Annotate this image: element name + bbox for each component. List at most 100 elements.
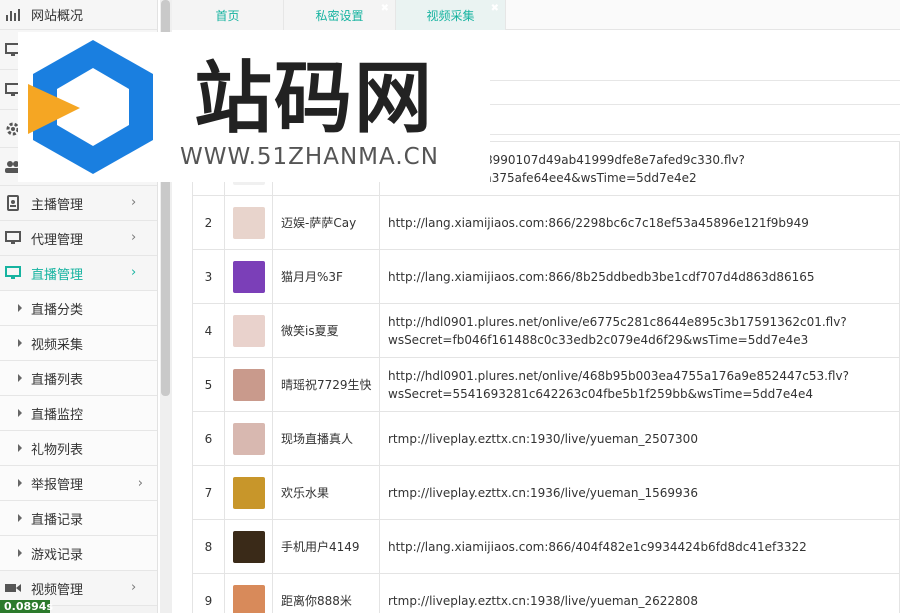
- table-row[interactable]: 4 微笑is夏夏 http://hdl0901.plures.net/onlive/…: [192, 303, 900, 358]
- tab-label: 视频采集: [426, 8, 475, 23]
- stream-url-line: http://hdl0901.plures.net/onlive/e6775c2…: [388, 314, 847, 329]
- row-number: 7: [192, 465, 225, 520]
- avatar-cell: [224, 465, 273, 520]
- stream-url: http://lang.xiamijiaos.com:866/404f482e1…: [379, 519, 900, 574]
- bar-chart-icon: [4, 7, 22, 23]
- chevron-right-icon: ›: [137, 476, 143, 491]
- close-icon[interactable]: ✖: [381, 3, 389, 14]
- video-collect-table: lures.net/onlive/8990107d49ab41999dfe8e7…: [192, 141, 900, 613]
- row-number: 8: [192, 519, 225, 574]
- caret-right-icon: [18, 409, 22, 417]
- video-camera-icon: [4, 580, 22, 596]
- sidebar-subitem-live-record[interactable]: 直播记录: [0, 501, 157, 536]
- stream-url: rtmp://liveplay.ezttx.cn:1938/live/yuema…: [379, 573, 900, 613]
- tab-bar: 首页 私密设置 ✖ 视频采集 ✖: [172, 0, 900, 30]
- anchor-name: 距离你888米: [272, 573, 380, 613]
- stream-url-line: rtmp://liveplay.ezttx.cn:1938/live/yuema…: [388, 593, 698, 608]
- logo-icon: [28, 40, 153, 174]
- tab-label: 首页: [215, 8, 240, 23]
- caret-right-icon: [18, 479, 22, 487]
- chevron-right-icon: ›: [131, 230, 137, 245]
- stream-url-line: rtmp://liveplay.ezttx.cn:1936/live/yuema…: [388, 485, 698, 500]
- sidebar-subitem-label: 直播记录: [31, 512, 84, 528]
- anchor-name: 晴瑶祝7729生快: [272, 357, 380, 412]
- avatar: [232, 368, 265, 401]
- stream-url: http://hdl0901.plures.net/onlive/e6775c2…: [379, 303, 900, 358]
- chevron-right-icon: ›: [131, 265, 137, 280]
- sidebar-item-anchor-management[interactable]: 主播管理 ›: [0, 186, 157, 221]
- row-number: 4: [192, 303, 225, 358]
- caret-right-icon: [18, 304, 22, 312]
- row-number: 9: [192, 573, 225, 613]
- sidebar-item-label: 直播管理: [31, 267, 84, 283]
- tab-home[interactable]: 首页: [172, 0, 284, 30]
- caret-right-icon: [18, 444, 22, 452]
- sidebar-item-live-management[interactable]: 直播管理 ›: [0, 256, 157, 291]
- sidebar-item-label: 代理管理: [31, 232, 84, 248]
- table-row[interactable]: 9 距离你888米 rtmp://liveplay.ezttx.cn:1938/li…: [192, 573, 900, 613]
- stream-url: http://lang.xiamijiaos.com:866/2298bc6c7…: [379, 195, 900, 250]
- anchor-name: 迈娱-萨萨Cay: [272, 195, 380, 250]
- sidebar-item-label: 视频管理: [31, 582, 84, 598]
- sidebar-subitem-label: 直播分类: [31, 302, 84, 318]
- caret-right-icon: [18, 549, 22, 557]
- table-row[interactable]: 2 迈娱-萨萨Cay http://lang.xiamijiaos.com:866/…: [192, 195, 900, 250]
- close-icon[interactable]: ✖: [491, 3, 499, 14]
- avatar-cell: [224, 519, 273, 574]
- table-row[interactable]: 8 手机用户4149 http://lang.xiamijiaos.com:866/…: [192, 519, 900, 574]
- sidebar-subitem-live-category[interactable]: 直播分类: [0, 291, 157, 326]
- avatar-cell: [224, 195, 273, 250]
- tab-privacy-settings[interactable]: 私密设置 ✖: [284, 0, 396, 30]
- row-number: 5: [192, 357, 225, 412]
- chevron-right-icon: ›: [131, 580, 137, 595]
- anchor-name: 猫月月%3F: [272, 249, 380, 304]
- speed-badge: 0.0894s: [0, 600, 53, 613]
- sidebar-subitem-live-list[interactable]: 直播列表: [0, 361, 157, 396]
- avatar: [232, 422, 265, 455]
- sidebar-subitem-live-monitor[interactable]: 直播监控: [0, 396, 157, 431]
- table-row[interactable]: 5 晴瑶祝7729生快 http://hdl0901.plures.net/onli…: [192, 357, 900, 412]
- sidebar-item-label: 网站概况: [31, 9, 84, 24]
- table-row[interactable]: 6 现场直播真人 rtmp://liveplay.ezttx.cn:1930/liv…: [192, 411, 900, 466]
- stream-url: rtmp://liveplay.ezttx.cn:1930/live/yuema…: [379, 411, 900, 466]
- table-row[interactable]: 7 欢乐水果 rtmp://liveplay.ezttx.cn:1936/live/…: [192, 465, 900, 520]
- stream-url: rtmp://liveplay.ezttx.cn:1936/live/yuema…: [379, 465, 900, 520]
- avatar: [232, 314, 265, 347]
- watermark: 站码网 WWW.51ZHANMA.CN: [18, 32, 490, 182]
- tab-video-collect[interactable]: 视频采集 ✖: [396, 0, 506, 30]
- avatar: [232, 206, 265, 239]
- sidebar-subitem-report-management[interactable]: 举报管理 ›: [0, 466, 157, 501]
- caret-right-icon: [18, 374, 22, 382]
- caret-right-icon: [18, 514, 22, 522]
- avatar-cell: [224, 357, 273, 412]
- avatar-cell: [224, 573, 273, 613]
- monitor-icon: [4, 230, 22, 246]
- stream-url-line: http://lang.xiamijiaos.com:866/404f482e1…: [388, 539, 807, 554]
- caret-right-icon: [18, 339, 22, 347]
- sidebar-item-agent-management[interactable]: 代理管理 ›: [0, 221, 157, 256]
- sidebar-subitem-game-record[interactable]: 游戏记录: [0, 536, 157, 571]
- stream-url-line: wsSecret=5541693281c642263c04fbe5b1f259b…: [388, 386, 813, 401]
- stream-url-line: rtmp://liveplay.ezttx.cn:1930/live/yuema…: [388, 431, 698, 446]
- sidebar-subitem-label: 游戏记录: [31, 547, 84, 563]
- stream-url: http://lang.xiamijiaos.com:866/8b25ddbed…: [379, 249, 900, 304]
- speed-badge-value: 0.0894s: [4, 600, 53, 613]
- table-row[interactable]: 3 猫月月%3F http://lang.xiamijiaos.com:866/8b…: [192, 249, 900, 304]
- tab-label: 私密设置: [315, 8, 364, 23]
- stream-url-line: http://lang.xiamijiaos.com:866/8b25ddbed…: [388, 269, 815, 284]
- avatar: [232, 260, 265, 293]
- sidebar-subitem-label: 直播列表: [31, 372, 84, 388]
- sidebar-item-overview[interactable]: 网站概况: [0, 0, 157, 30]
- anchor-name: 现场直播真人: [272, 411, 380, 466]
- sidebar-subitem-label: 视频采集: [31, 337, 84, 353]
- avatar: [232, 476, 265, 509]
- sidebar-subitem-gift-list[interactable]: 礼物列表: [0, 431, 157, 466]
- stream-url: http://hdl0901.plures.net/onlive/468b95b…: [379, 357, 900, 412]
- watermark-text: 站码网: [194, 54, 435, 144]
- stream-url-line: wsSecret=fb046f161488c0c33edb2c079e4d6f2…: [388, 332, 809, 347]
- sidebar-subitem-label: 直播监控: [31, 407, 84, 423]
- monitor-icon: [4, 265, 22, 281]
- sidebar-subitem-video-collect[interactable]: 视频采集: [0, 326, 157, 361]
- row-number: 2: [192, 195, 225, 250]
- anchor-name: 手机用户4149: [272, 519, 380, 574]
